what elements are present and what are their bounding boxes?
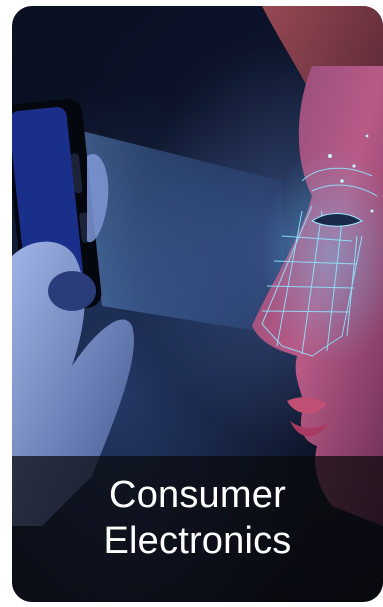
category-card-consumer-electronics[interactable]: Consumer Electronics bbox=[12, 6, 383, 602]
card-title-line-2: Electronics bbox=[103, 520, 292, 562]
card-title-line-1: Consumer bbox=[109, 474, 286, 516]
card-title: Consumer Electronics bbox=[12, 472, 383, 564]
